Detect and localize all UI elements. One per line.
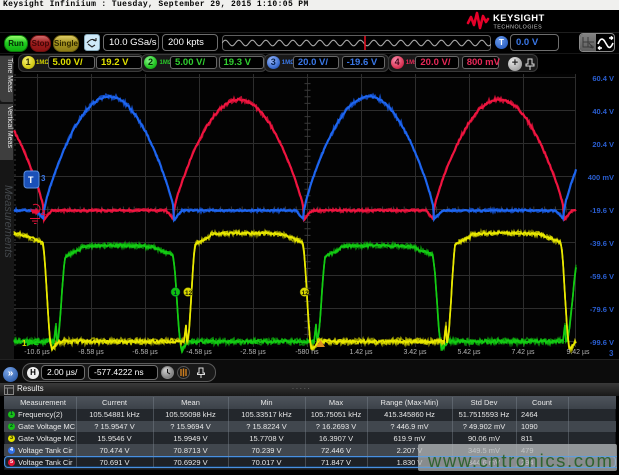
svg-text:12: 12 [185, 290, 193, 297]
svg-text:4: 4 [41, 208, 46, 218]
svg-text:▶2: ▶2 [26, 337, 39, 347]
svg-text:T: T [28, 175, 34, 185]
svg-text:1: 1 [174, 290, 178, 297]
svg-text:3: 3 [41, 174, 46, 183]
svg-text:12: 12 [302, 290, 310, 297]
